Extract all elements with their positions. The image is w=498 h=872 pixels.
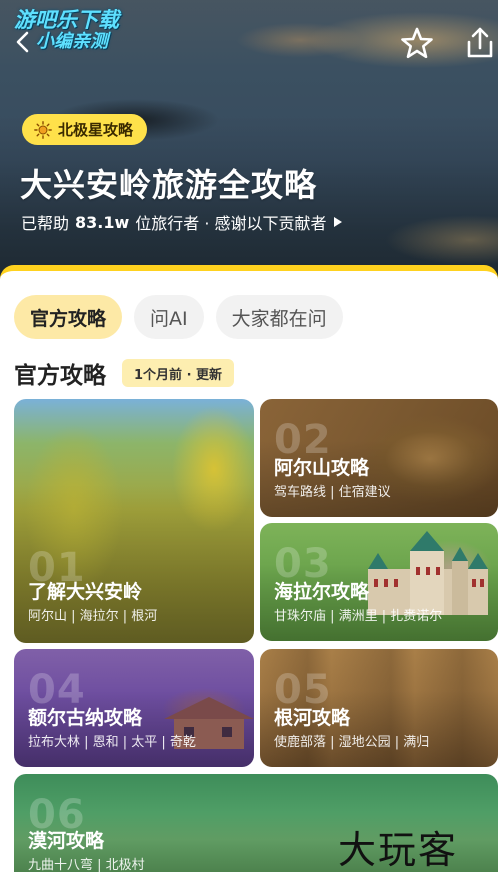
card-subtitle: 使鹿部落 | 湿地公园 | 满归: [274, 735, 430, 750]
helped-count: 83.1w: [75, 212, 130, 232]
card-subtitle: 九曲十八弯 | 北极村: [28, 858, 145, 872]
guide-badge: 北极星攻略: [22, 114, 148, 145]
tab-ask-ai[interactable]: 问AI: [134, 295, 204, 339]
section-header: 官方攻略 1个月前 · 更新: [14, 356, 235, 390]
guide-card-understand[interactable]: 01 了解大兴安岭 阿尔山 | 海拉尔 | 根河: [14, 399, 254, 643]
hero-banner: 游吧乐下载 小编亲测 北极星攻略 大兴安岭旅游全攻略 已帮助 83.1w 位旅行…: [0, 0, 498, 290]
card-subtitle: 驾车路线 | 住宿建议: [274, 485, 391, 500]
card-title: 海拉尔攻略: [274, 581, 370, 603]
helped-suffix: 位旅行者 · 感谢以下贡献者: [135, 214, 327, 233]
card-title: 漠河攻略: [28, 830, 105, 852]
back-button[interactable]: [12, 30, 36, 54]
tab-bar: 官方攻略 问AI 大家都在问: [14, 295, 343, 339]
card-title: 阿尔山攻略: [274, 457, 370, 479]
watermark-line1: 游吧乐下载: [14, 8, 119, 32]
card-subtitle: 阿尔山 | 海拉尔 | 根河: [28, 609, 158, 624]
contributors-link[interactable]: 已帮助 83.1w 位旅行者 · 感谢以下贡献者: [21, 210, 343, 234]
castle-illustration: [368, 531, 488, 615]
badge-label: 北极星攻略: [58, 121, 134, 139]
card-title: 了解大兴安岭: [28, 581, 143, 603]
stamp-watermark: 大玩客: [338, 828, 459, 872]
guide-card-hailar[interactable]: 03 海拉尔攻略 甘珠尔庙 | 满洲里 | 扎赉诺尔: [260, 523, 498, 641]
guide-card-erguna[interactable]: 04 额尔古纳攻略 拉布大林 | 恩和 | 太平 | 奇乾: [14, 649, 254, 767]
update-tag: 1个月前 · 更新: [122, 359, 235, 387]
card-title: 额尔古纳攻略: [28, 707, 143, 729]
card-title: 根河攻略: [274, 707, 351, 729]
guide-card-arxan[interactable]: 02 阿尔山攻略 驾车路线 | 住宿建议: [260, 399, 498, 517]
sun-icon: [34, 120, 52, 139]
caret-right-icon: [333, 217, 342, 227]
section-title: 官方攻略: [14, 363, 106, 389]
content-sheet: 官方攻略 问AI 大家都在问 官方攻略 1个月前 · 更新 01 了解大兴安岭 …: [0, 265, 498, 872]
share-button[interactable]: [464, 26, 496, 60]
star-outline-icon: [401, 27, 433, 59]
tab-official-guide[interactable]: 官方攻略: [14, 295, 123, 339]
card-subtitle: 甘珠尔庙 | 满洲里 | 扎赉诺尔: [274, 609, 443, 624]
card-subtitle: 拉布大林 | 恩和 | 太平 | 奇乾: [28, 735, 196, 750]
tab-popular-questions[interactable]: 大家都在问: [215, 295, 343, 339]
guide-card-genhe[interactable]: 05 根河攻略 使鹿部落 | 湿地公园 | 满归: [260, 649, 498, 767]
helped-prefix: 已帮助: [21, 214, 70, 233]
share-icon: [467, 27, 493, 58]
page-title: 大兴安岭旅游全攻略: [20, 166, 318, 204]
favorite-button[interactable]: [400, 26, 434, 60]
chevron-left-icon: [16, 31, 29, 53]
